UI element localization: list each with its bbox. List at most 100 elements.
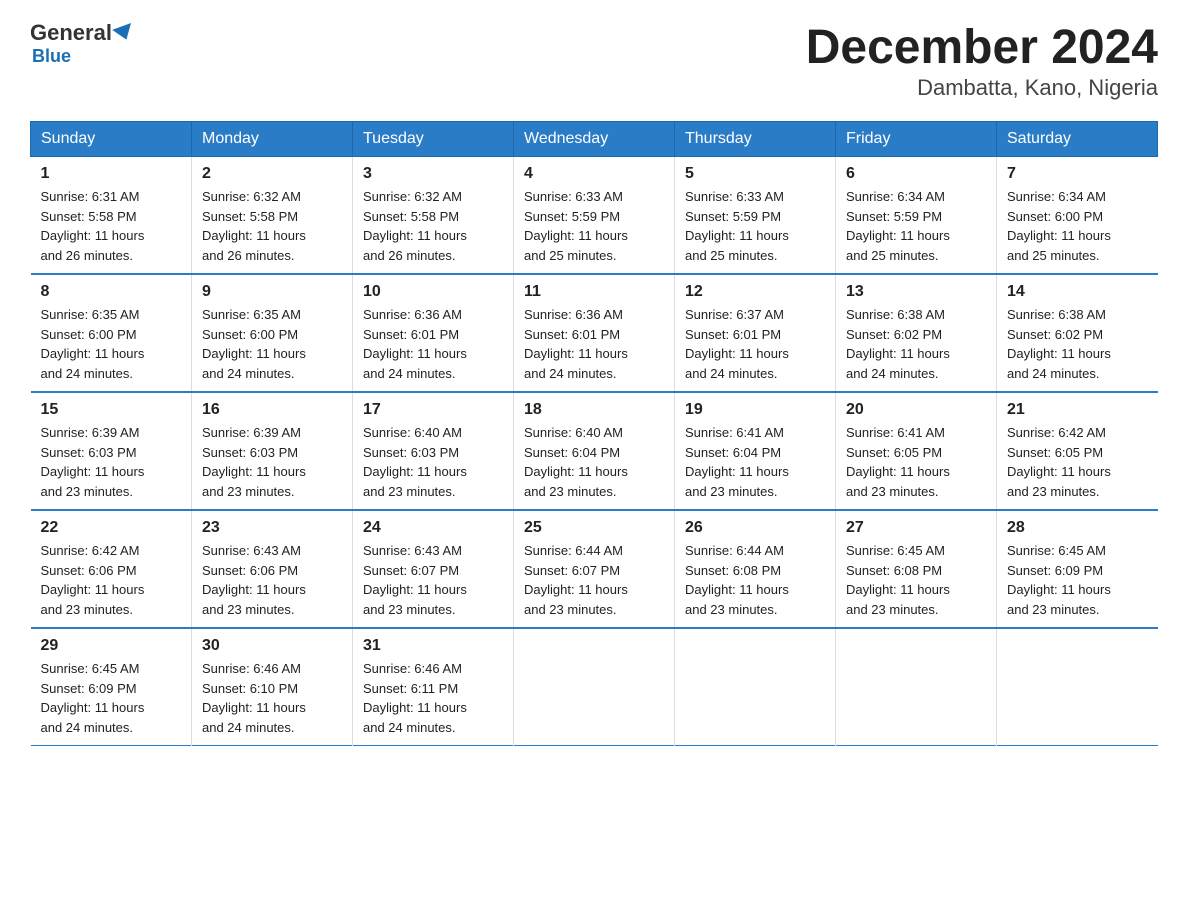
calendar-week-3: 15 Sunrise: 6:39 AM Sunset: 6:03 PM Dayli…	[31, 392, 1158, 510]
day-number: 14	[1007, 283, 1148, 301]
header-day-saturday: Saturday	[997, 122, 1158, 157]
day-number: 12	[685, 283, 825, 301]
calendar-cell: 7 Sunrise: 6:34 AM Sunset: 6:00 PM Daylig…	[997, 157, 1158, 275]
day-info: Sunrise: 6:38 AM Sunset: 6:02 PM Dayligh…	[846, 305, 986, 383]
calendar-cell: 13 Sunrise: 6:38 AM Sunset: 6:02 PM Dayli…	[836, 274, 997, 392]
day-info: Sunrise: 6:36 AM Sunset: 6:01 PM Dayligh…	[524, 305, 664, 383]
logo-triangle-icon	[112, 23, 136, 43]
day-number: 16	[202, 401, 342, 419]
day-info: Sunrise: 6:32 AM Sunset: 5:58 PM Dayligh…	[202, 187, 342, 265]
day-info: Sunrise: 6:34 AM Sunset: 5:59 PM Dayligh…	[846, 187, 986, 265]
day-number: 15	[41, 401, 182, 419]
day-number: 22	[41, 519, 182, 537]
calendar-cell: 19 Sunrise: 6:41 AM Sunset: 6:04 PM Dayli…	[675, 392, 836, 510]
calendar-cell: 30 Sunrise: 6:46 AM Sunset: 6:10 PM Dayli…	[192, 628, 353, 746]
day-number: 29	[41, 637, 182, 655]
calendar-title: December 2024	[806, 20, 1158, 75]
header-day-wednesday: Wednesday	[514, 122, 675, 157]
calendar-cell	[836, 628, 997, 746]
day-number: 30	[202, 637, 342, 655]
day-info: Sunrise: 6:35 AM Sunset: 6:00 PM Dayligh…	[41, 305, 182, 383]
calendar-week-4: 22 Sunrise: 6:42 AM Sunset: 6:06 PM Dayli…	[31, 510, 1158, 628]
day-info: Sunrise: 6:31 AM Sunset: 5:58 PM Dayligh…	[41, 187, 182, 265]
calendar-cell: 25 Sunrise: 6:44 AM Sunset: 6:07 PM Dayli…	[514, 510, 675, 628]
day-number: 18	[524, 401, 664, 419]
day-info: Sunrise: 6:32 AM Sunset: 5:58 PM Dayligh…	[363, 187, 503, 265]
day-number: 1	[41, 165, 182, 183]
calendar-cell: 15 Sunrise: 6:39 AM Sunset: 6:03 PM Dayli…	[31, 392, 192, 510]
day-info: Sunrise: 6:40 AM Sunset: 6:04 PM Dayligh…	[524, 423, 664, 501]
calendar-cell: 1 Sunrise: 6:31 AM Sunset: 5:58 PM Daylig…	[31, 157, 192, 275]
day-number: 13	[846, 283, 986, 301]
day-info: Sunrise: 6:46 AM Sunset: 6:11 PM Dayligh…	[363, 659, 503, 737]
day-number: 5	[685, 165, 825, 183]
calendar-cell: 20Sunrise: 6:41 AM Sunset: 6:05 PM Dayli…	[836, 392, 997, 510]
day-info: Sunrise: 6:46 AM Sunset: 6:10 PM Dayligh…	[202, 659, 342, 737]
day-info: Sunrise: 6:33 AM Sunset: 5:59 PM Dayligh…	[685, 187, 825, 265]
calendar-cell: 8 Sunrise: 6:35 AM Sunset: 6:00 PM Daylig…	[31, 274, 192, 392]
calendar-cell: 24Sunrise: 6:43 AM Sunset: 6:07 PM Dayli…	[353, 510, 514, 628]
calendar-cell: 22 Sunrise: 6:42 AM Sunset: 6:06 PM Dayli…	[31, 510, 192, 628]
calendar-cell: 21 Sunrise: 6:42 AM Sunset: 6:05 PM Dayli…	[997, 392, 1158, 510]
day-info: Sunrise: 6:40 AM Sunset: 6:03 PM Dayligh…	[363, 423, 503, 501]
day-info: Sunrise: 6:45 AM Sunset: 6:09 PM Dayligh…	[1007, 541, 1148, 619]
calendar-cell: 11Sunrise: 6:36 AM Sunset: 6:01 PM Dayli…	[514, 274, 675, 392]
day-info: Sunrise: 6:33 AM Sunset: 5:59 PM Dayligh…	[524, 187, 664, 265]
header-day-tuesday: Tuesday	[353, 122, 514, 157]
calendar-cell	[514, 628, 675, 746]
calendar-location: Dambatta, Kano, Nigeria	[806, 75, 1158, 101]
calendar-cell: 2 Sunrise: 6:32 AM Sunset: 5:58 PM Daylig…	[192, 157, 353, 275]
calendar-week-2: 8 Sunrise: 6:35 AM Sunset: 6:00 PM Daylig…	[31, 274, 1158, 392]
day-info: Sunrise: 6:39 AM Sunset: 6:03 PM Dayligh…	[202, 423, 342, 501]
calendar-cell: 14 Sunrise: 6:38 AM Sunset: 6:02 PM Dayli…	[997, 274, 1158, 392]
calendar-cell: 3 Sunrise: 6:32 AM Sunset: 5:58 PM Daylig…	[353, 157, 514, 275]
day-number: 23	[202, 519, 342, 537]
day-info: Sunrise: 6:36 AM Sunset: 6:01 PM Dayligh…	[363, 305, 503, 383]
day-info: Sunrise: 6:44 AM Sunset: 6:07 PM Dayligh…	[524, 541, 664, 619]
day-number: 4	[524, 165, 664, 183]
title-block: December 2024 Dambatta, Kano, Nigeria	[806, 20, 1158, 101]
calendar-cell: 26Sunrise: 6:44 AM Sunset: 6:08 PM Dayli…	[675, 510, 836, 628]
calendar-cell: 18 Sunrise: 6:40 AM Sunset: 6:04 PM Dayli…	[514, 392, 675, 510]
calendar-cell: 5 Sunrise: 6:33 AM Sunset: 5:59 PM Daylig…	[675, 157, 836, 275]
logo-general: General	[30, 20, 112, 46]
day-number: 2	[202, 165, 342, 183]
day-number: 7	[1007, 165, 1148, 183]
calendar-cell: 12 Sunrise: 6:37 AM Sunset: 6:01 PM Dayli…	[675, 274, 836, 392]
page-header: General Blue December 2024 Dambatta, Kan…	[30, 20, 1158, 101]
day-info: Sunrise: 6:43 AM Sunset: 6:07 PM Dayligh…	[363, 541, 503, 619]
day-number: 25	[524, 519, 664, 537]
logo-subtitle: Blue	[32, 46, 71, 67]
day-info: Sunrise: 6:41 AM Sunset: 6:04 PM Dayligh…	[685, 423, 825, 501]
day-number: 19	[685, 401, 825, 419]
day-info: Sunrise: 6:42 AM Sunset: 6:05 PM Dayligh…	[1007, 423, 1148, 501]
calendar-body: 1 Sunrise: 6:31 AM Sunset: 5:58 PM Daylig…	[31, 157, 1158, 746]
calendar-cell: 27 Sunrise: 6:45 AM Sunset: 6:08 PM Dayli…	[836, 510, 997, 628]
calendar-cell: 31Sunrise: 6:46 AM Sunset: 6:11 PM Dayli…	[353, 628, 514, 746]
header-day-sunday: Sunday	[31, 122, 192, 157]
day-info: Sunrise: 6:42 AM Sunset: 6:06 PM Dayligh…	[41, 541, 182, 619]
day-number: 21	[1007, 401, 1148, 419]
day-info: Sunrise: 6:37 AM Sunset: 6:01 PM Dayligh…	[685, 305, 825, 383]
day-info: Sunrise: 6:39 AM Sunset: 6:03 PM Dayligh…	[41, 423, 182, 501]
day-number: 8	[41, 283, 182, 301]
calendar-cell: 10 Sunrise: 6:36 AM Sunset: 6:01 PM Dayli…	[353, 274, 514, 392]
header-day-friday: Friday	[836, 122, 997, 157]
day-number: 10	[363, 283, 503, 301]
day-number: 26	[685, 519, 825, 537]
calendar-cell	[997, 628, 1158, 746]
calendar-week-5: 29Sunrise: 6:45 AM Sunset: 6:09 PM Dayli…	[31, 628, 1158, 746]
day-number: 27	[846, 519, 986, 537]
day-number: 3	[363, 165, 503, 183]
day-info: Sunrise: 6:41 AM Sunset: 6:05 PM Dayligh…	[846, 423, 986, 501]
day-number: 6	[846, 165, 986, 183]
calendar-header: SundayMondayTuesdayWednesdayThursdayFrid…	[31, 122, 1158, 157]
day-number: 28	[1007, 519, 1148, 537]
header-row: SundayMondayTuesdayWednesdayThursdayFrid…	[31, 122, 1158, 157]
calendar-cell: 29Sunrise: 6:45 AM Sunset: 6:09 PM Dayli…	[31, 628, 192, 746]
day-info: Sunrise: 6:45 AM Sunset: 6:08 PM Dayligh…	[846, 541, 986, 619]
day-info: Sunrise: 6:38 AM Sunset: 6:02 PM Dayligh…	[1007, 305, 1148, 383]
day-info: Sunrise: 6:34 AM Sunset: 6:00 PM Dayligh…	[1007, 187, 1148, 265]
logo: General Blue	[30, 20, 136, 67]
calendar-table: SundayMondayTuesdayWednesdayThursdayFrid…	[30, 121, 1158, 746]
